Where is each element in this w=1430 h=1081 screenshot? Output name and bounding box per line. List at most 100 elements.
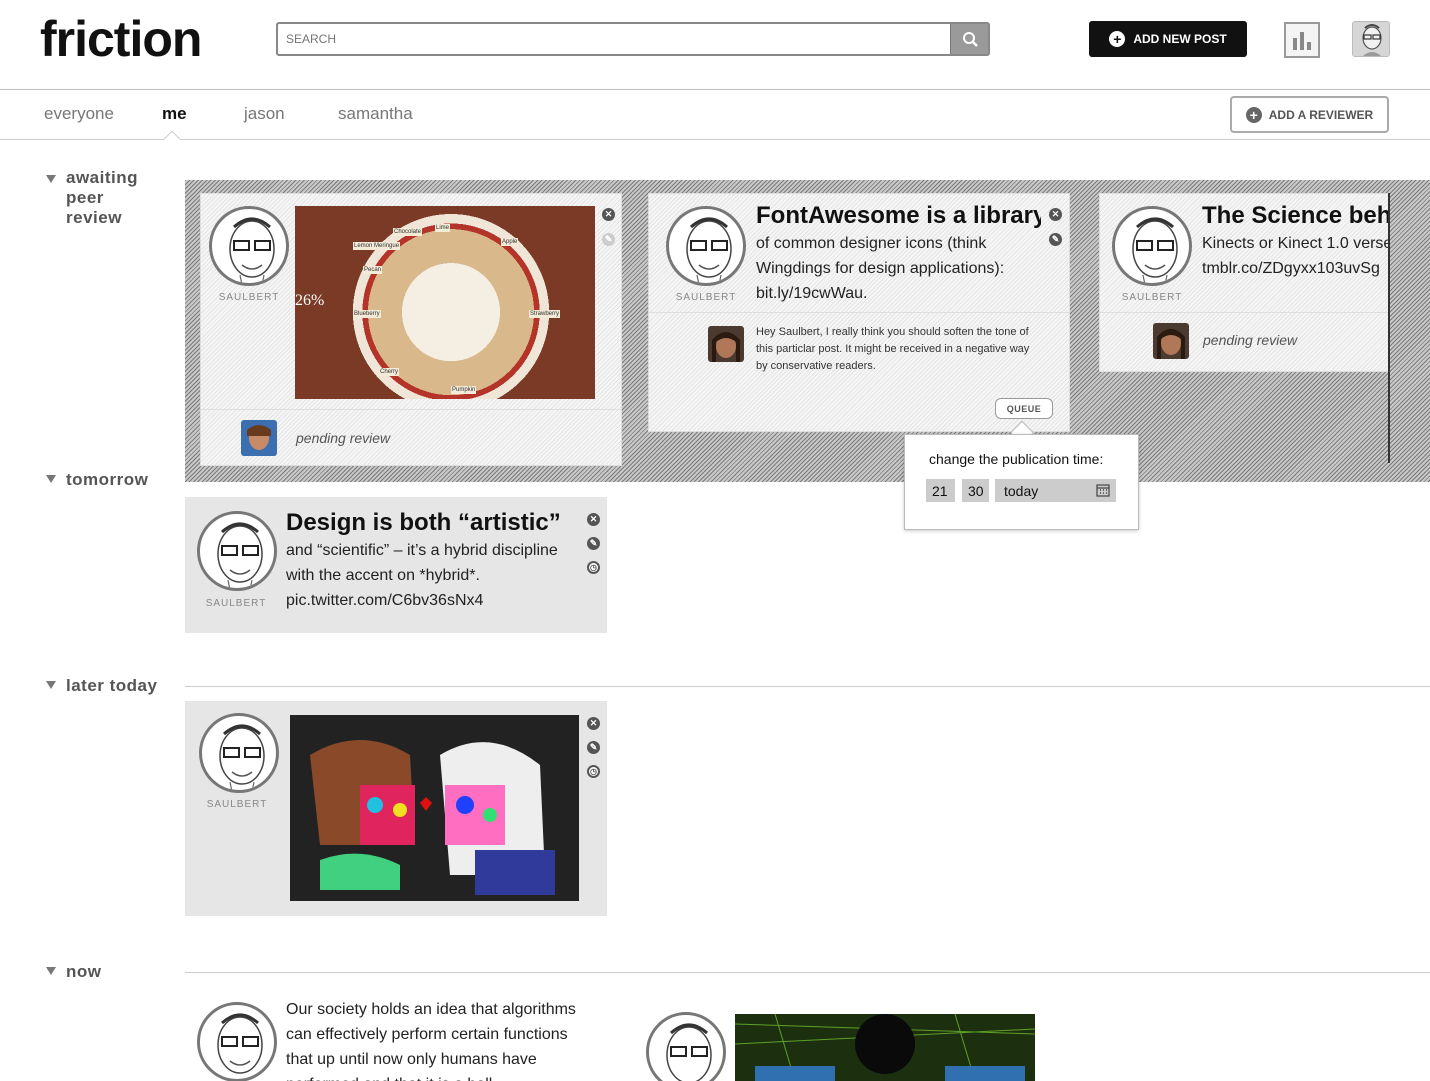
- street-art-mural: [290, 715, 579, 901]
- close-icon[interactable]: ✕: [587, 717, 600, 730]
- image-label: Blueberry: [353, 310, 381, 318]
- search-button[interactable]: [950, 24, 988, 54]
- scheduled-post-card[interactable]: SAULBERT ✕ ✎ ◷: [185, 701, 607, 916]
- user-portrait-icon: [1353, 22, 1389, 56]
- publication-time-popup: change the publication time: 21 30 today: [904, 434, 1139, 530]
- search-input[interactable]: [286, 24, 946, 54]
- active-tab-indicator: [163, 130, 181, 148]
- review-card[interactable]: SAULBERT 26% Chocolate Cherry Pecan Appl…: [200, 193, 622, 466]
- reviewer-avatar[interactable]: [241, 420, 277, 456]
- clock-icon[interactable]: ◷: [587, 561, 600, 574]
- reviewer-avatar[interactable]: [1153, 323, 1189, 359]
- card-divider: [1100, 312, 1388, 313]
- post-body-line: Kinects or Kinect 1.0 verse: [1202, 235, 1389, 252]
- day-value: today: [1004, 482, 1039, 499]
- popup-title: change the publication time:: [929, 451, 1104, 467]
- author-avatar[interactable]: [199, 713, 279, 793]
- author-avatar[interactable]: [1112, 206, 1192, 286]
- image-label: Pumpkin: [451, 386, 477, 394]
- collapse-triangle-icon[interactable]: [46, 474, 56, 483]
- author-avatar[interactable]: [197, 1002, 277, 1081]
- image-label: Apple: [501, 238, 519, 246]
- close-icon[interactable]: ✕: [1049, 208, 1062, 221]
- card-divider: [649, 312, 1069, 313]
- post-body-line: tmblr.co/ZDgyxx103uvSg: [1202, 260, 1380, 277]
- author-sketch-icon: [1132, 217, 1178, 283]
- header-divider: [0, 89, 1430, 90]
- tab-samantha[interactable]: samantha: [338, 104, 413, 124]
- app-logo[interactable]: friction: [40, 10, 202, 68]
- minute-input[interactable]: 30: [962, 479, 989, 502]
- add-reviewer-label: ADD A REVIEWER: [1268, 107, 1374, 122]
- edit-icon[interactable]: ✎: [602, 233, 615, 246]
- image-label: Chocolate: [393, 228, 423, 236]
- review-card[interactable]: SAULBERT The Science behi Kinects or Kin…: [1099, 193, 1389, 372]
- section-awaiting-review[interactable]: awaiting peer review: [46, 168, 166, 230]
- pending-review-status: pending review: [1203, 332, 1298, 348]
- scheduled-post-card[interactable]: SAULBERT Design is both “artistic” and “…: [185, 497, 607, 633]
- post-body: Our society holds an idea that algorithm…: [286, 1001, 576, 1081]
- review-card[interactable]: SAULBERT FontAwesome is a library of com…: [648, 193, 1070, 432]
- image-label: Cherry: [379, 368, 400, 376]
- tab-everyone[interactable]: everyone: [44, 104, 114, 124]
- post-body: and “scientific” – it’s a hybrid discipl…: [286, 542, 558, 609]
- search-icon: [963, 32, 978, 47]
- author-name: SAULBERT: [675, 292, 737, 303]
- edit-icon[interactable]: ✎: [587, 537, 600, 550]
- bar-chart-icon: [1293, 32, 1311, 50]
- reviewer-photo-icon: [1153, 323, 1189, 359]
- reviewer-avatar[interactable]: [708, 326, 744, 362]
- add-reviewer-button[interactable]: + ADD A REVIEWER: [1230, 96, 1389, 133]
- author-avatar[interactable]: [209, 206, 289, 286]
- add-new-post-button[interactable]: + ADD NEW POST: [1089, 21, 1247, 57]
- section-tomorrow[interactable]: tomorrow: [46, 470, 148, 490]
- tabs-divider: [0, 139, 1430, 140]
- clock-icon[interactable]: ◷: [587, 765, 600, 778]
- section-later-today[interactable]: later today: [46, 676, 157, 696]
- author-avatar[interactable]: [646, 1012, 726, 1081]
- section-awaiting-label: awaiting peer review: [66, 168, 139, 227]
- queue-button[interactable]: QUEUE: [995, 398, 1053, 419]
- image-label: Strawberry: [529, 310, 561, 318]
- search-bar[interactable]: [276, 22, 990, 56]
- pending-review-status: pending review: [296, 430, 391, 446]
- day-select[interactable]: today: [995, 479, 1116, 502]
- pie-infographic-image[interactable]: 26% Chocolate Cherry Pecan Apple Strawbe…: [295, 206, 595, 399]
- published-post-card[interactable]: [632, 988, 1042, 1081]
- collapse-triangle-icon[interactable]: [46, 174, 56, 183]
- author-avatar[interactable]: [666, 206, 746, 286]
- edit-icon[interactable]: ✎: [587, 741, 600, 754]
- image-label: Lemon Meringue: [353, 242, 401, 250]
- section-now[interactable]: now: [46, 962, 102, 982]
- post-title: Design is both “artistic”: [286, 509, 561, 536]
- close-icon[interactable]: ✕: [602, 208, 615, 221]
- post-body: of common designer icons (think Wingding…: [756, 235, 1005, 302]
- street-art-image[interactable]: [290, 715, 579, 901]
- close-icon[interactable]: ✕: [587, 513, 600, 526]
- author-name: SAULBERT: [206, 799, 268, 810]
- stats-button[interactable]: [1284, 22, 1320, 58]
- section-tomorrow-label: tomorrow: [66, 470, 149, 489]
- post-body: Kinects or Kinect 1.0 verse tmblr.co/ZDg…: [1202, 231, 1389, 281]
- author-sketch-icon: [219, 724, 265, 790]
- author-sketch-icon: [217, 1013, 263, 1074]
- hour-input[interactable]: 21: [926, 479, 955, 502]
- screen-glow-photo: [735, 1014, 1035, 1081]
- image-label: 26%: [295, 292, 325, 309]
- edit-icon[interactable]: ✎: [1049, 233, 1062, 246]
- collapse-triangle-icon[interactable]: [46, 966, 56, 975]
- hacker-screen-image[interactable]: [735, 1014, 1035, 1081]
- author-name: SAULBERT: [205, 598, 267, 609]
- user-avatar-button[interactable]: [1352, 21, 1390, 57]
- author-avatar[interactable]: [197, 511, 277, 591]
- section-divider: [185, 686, 1430, 687]
- tab-me[interactable]: me: [162, 104, 187, 124]
- calendar-icon[interactable]: [1096, 483, 1110, 497]
- section-divider: [185, 972, 1430, 973]
- scroll-edge: [1388, 193, 1390, 463]
- image-label: Lime: [435, 224, 451, 232]
- reviewer-comment: Hey Saulbert, I really think you should …: [756, 326, 1030, 372]
- tab-jason[interactable]: jason: [244, 104, 285, 124]
- published-post-card[interactable]: Our society holds an idea that algorithm…: [185, 988, 607, 1081]
- collapse-triangle-icon[interactable]: [46, 680, 56, 689]
